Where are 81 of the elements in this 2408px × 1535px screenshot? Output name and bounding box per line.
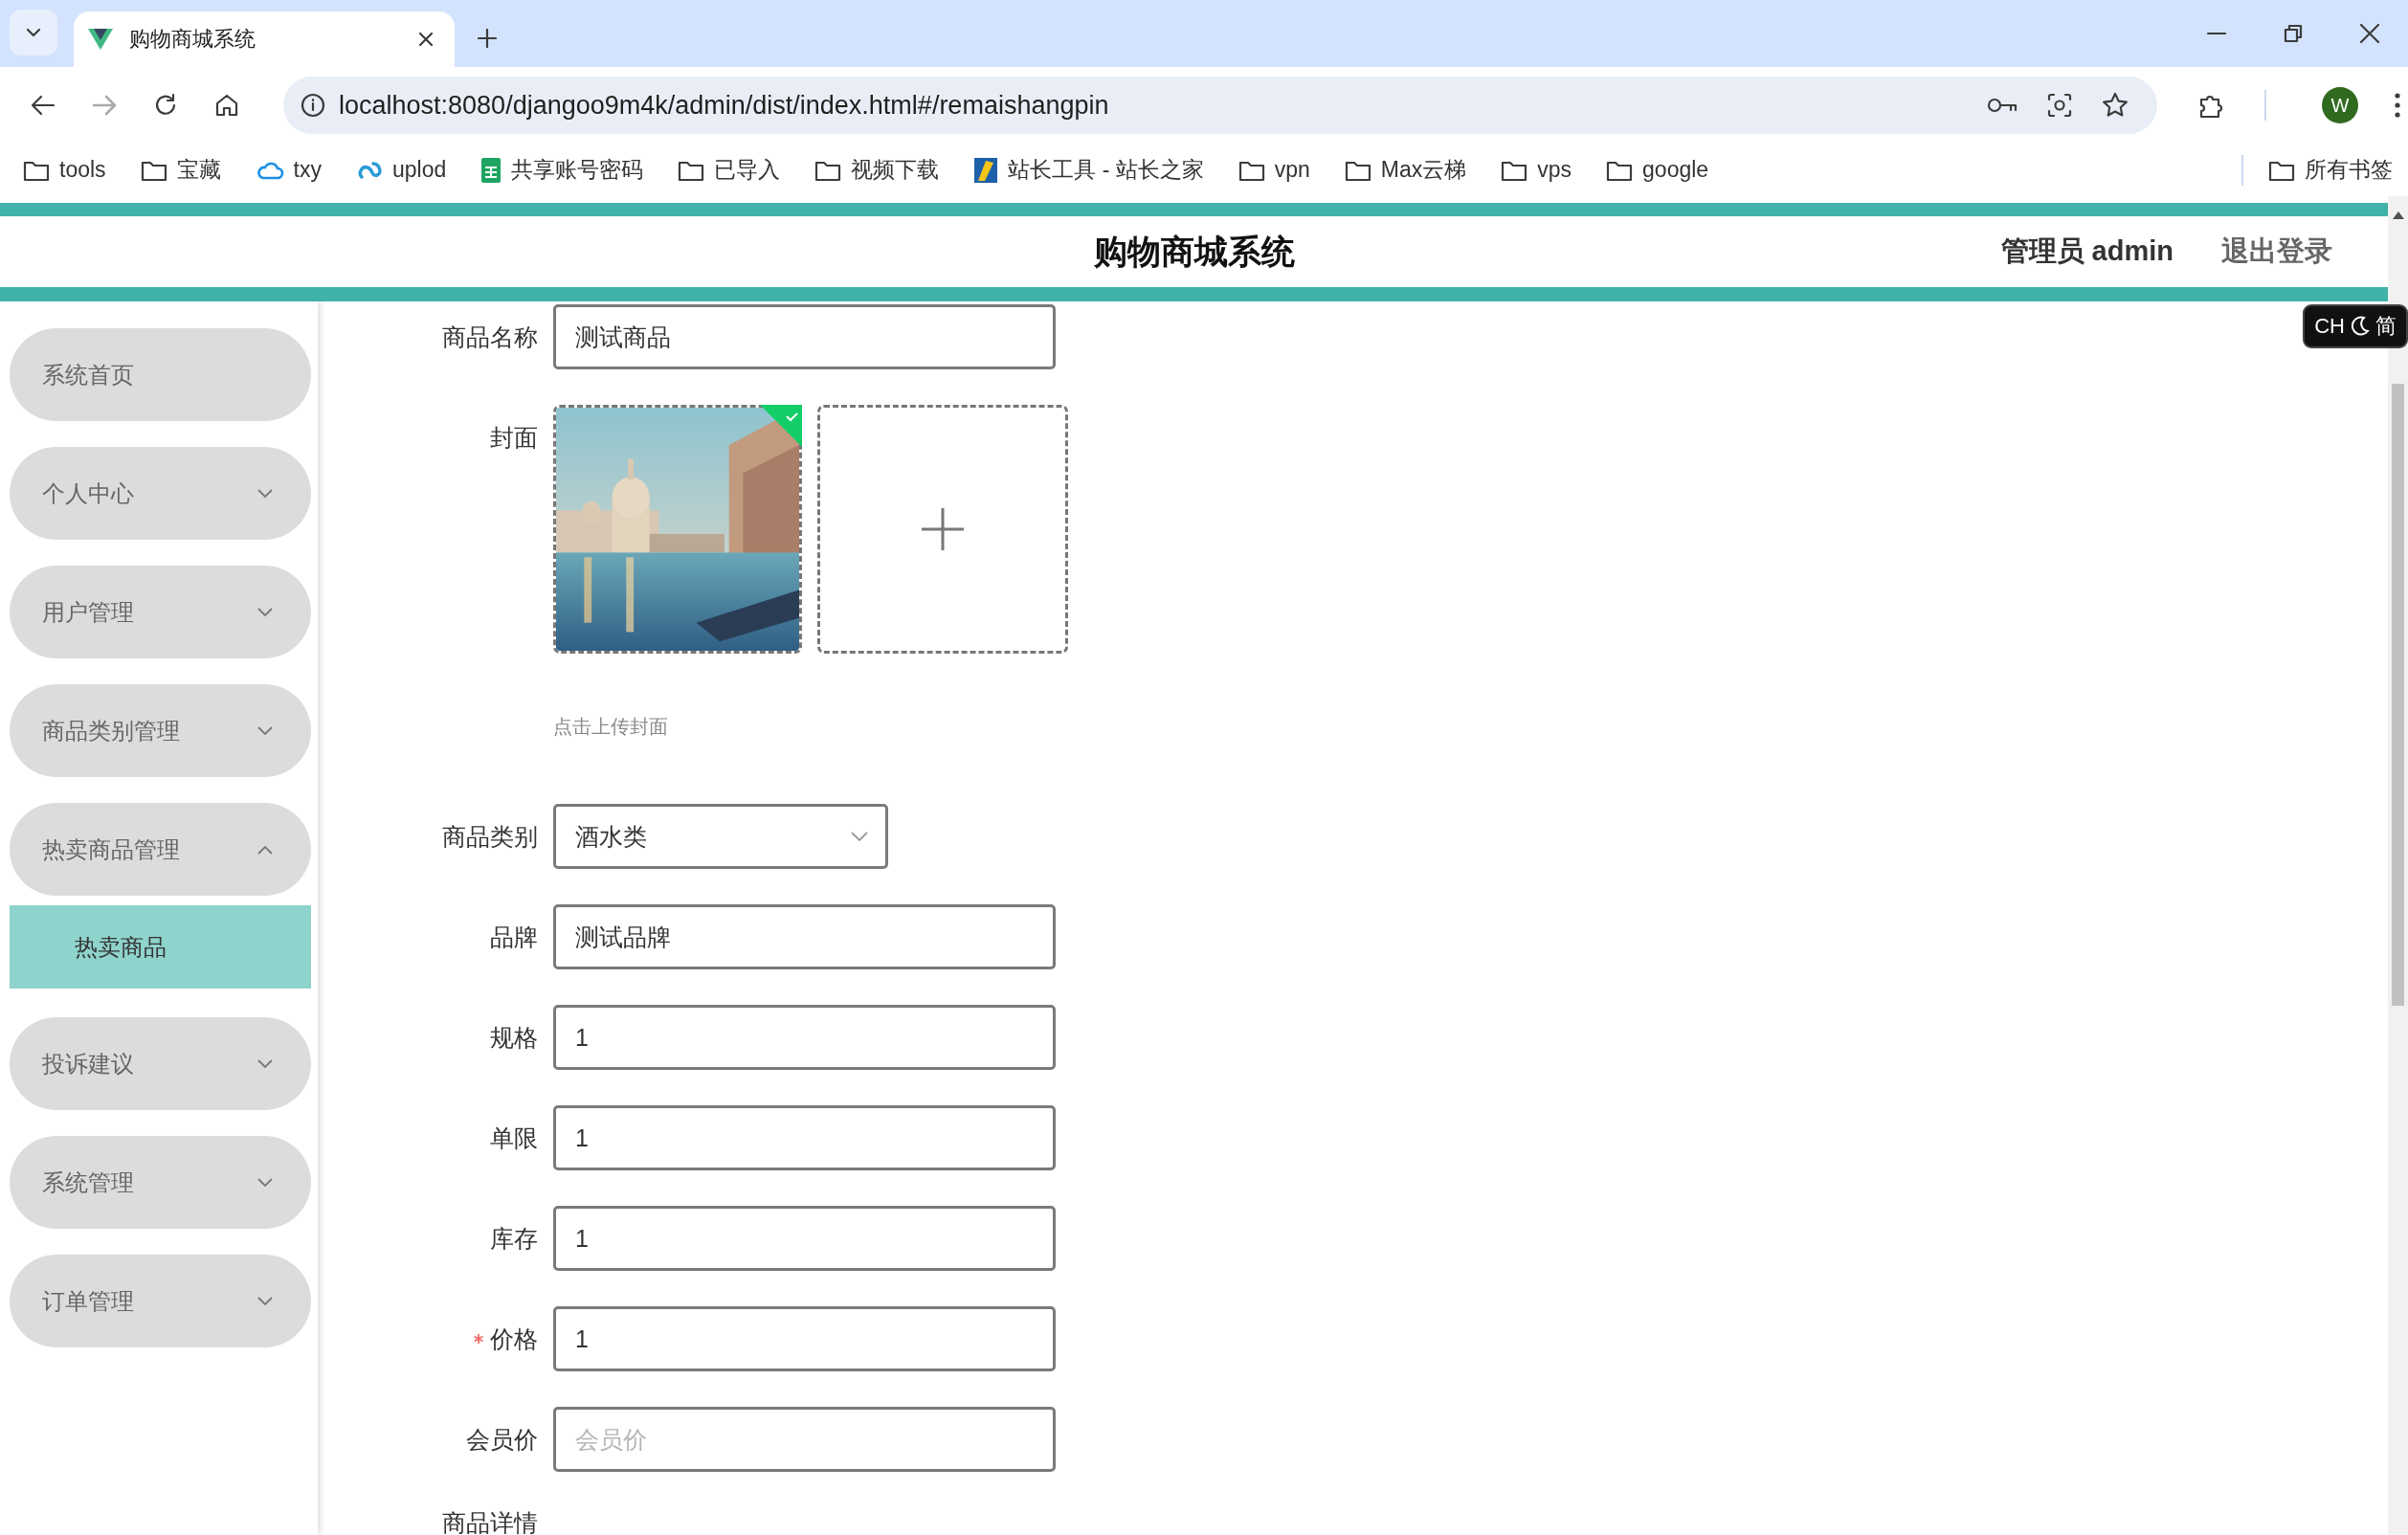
spreadsheet-icon <box>480 156 502 184</box>
chevron-down-icon <box>257 1177 273 1188</box>
chevron-up-icon <box>257 844 273 855</box>
upload-hint: 点击上传封面 <box>553 715 669 739</box>
bookmark[interactable]: uplod <box>354 155 449 185</box>
bookmark[interactable]: vps <box>1499 155 1574 185</box>
bookmark[interactable]: Max云梯 <box>1342 153 1469 187</box>
text-field[interactable]: 1 <box>553 1306 1056 1371</box>
ime-mode: CH <box>2314 314 2345 339</box>
text-field[interactable]: 测试商品 <box>553 304 1056 369</box>
app-title: 购物商城系统 <box>1093 231 1295 272</box>
restore-icon <box>2284 24 2303 43</box>
success-corner-icon <box>760 405 802 447</box>
bookmark[interactable]: 共享账号密码 <box>479 153 646 187</box>
menu-item[interactable]: 个人中心 <box>10 447 311 540</box>
user-name: 管理员 admin <box>2000 234 2174 268</box>
bookmark[interactable]: google <box>1604 155 1711 185</box>
info-icon <box>301 93 325 118</box>
field-label: 价格 <box>490 1324 538 1354</box>
field-label: 单限 <box>490 1123 538 1153</box>
text-field[interactable]: 1 <box>553 1005 1056 1070</box>
field-label: 商品类别 <box>442 821 538 852</box>
forward-arrow-icon <box>92 95 117 116</box>
menu-item[interactable]: 投诉建议 <box>10 1017 311 1110</box>
menu-item[interactable]: 系统管理 <box>10 1136 311 1229</box>
text-field[interactable]: 测试品牌 <box>553 904 1056 969</box>
logout-link[interactable]: 退出登录 <box>2221 233 2332 271</box>
menu-item[interactable]: 商品类别管理 <box>10 684 311 777</box>
upload-button[interactable] <box>817 405 1068 654</box>
submenu-item[interactable]: 热卖商品 <box>10 905 311 989</box>
text-field[interactable]: 1 <box>553 1105 1056 1170</box>
chevron-down-icon <box>257 1058 273 1069</box>
field-label: 规格 <box>490 1022 538 1053</box>
plus-icon <box>478 29 497 48</box>
profile-avatar[interactable]: W <box>2322 87 2358 123</box>
menu-item[interactable]: 热卖商品管理 <box>10 803 311 896</box>
site-logo-icon <box>973 156 999 184</box>
all-bookmarks-button[interactable]: 所有书签 <box>2266 153 2395 187</box>
field-label: 会员价 <box>466 1424 538 1455</box>
field-label: 商品名称 <box>442 322 538 352</box>
key-icon <box>1987 96 2018 115</box>
text-field[interactable]: 1 <box>553 1206 1056 1271</box>
required-icon <box>473 1333 484 1345</box>
chevron-down-icon <box>257 488 273 499</box>
field-label: 商品详情 <box>442 1508 538 1535</box>
camera-search-icon <box>2046 92 2073 119</box>
chevron-down-icon <box>257 607 273 617</box>
browser-tab[interactable]: 购物商城系统 <box>74 11 455 67</box>
chevron-down-icon <box>257 725 273 736</box>
bookmark[interactable]: 视频下载 <box>813 153 942 187</box>
scroll-up-icon[interactable] <box>2392 211 2404 219</box>
bookmark[interactable]: 站长工具 - 站长之家 <box>971 153 1206 187</box>
close-icon <box>418 32 434 47</box>
address-bar[interactable]: localhost:8080/djangoo9m4k/admin/dist/index.html#/remaishangpin <box>283 77 2157 134</box>
ime-script: 简 <box>2375 313 2397 340</box>
chevron-down-icon <box>257 1296 273 1306</box>
menu-item[interactable]: 用户管理 <box>10 566 311 658</box>
chevron-down-icon <box>851 832 868 841</box>
minimize-icon <box>2207 32 2226 35</box>
plus-icon <box>920 506 966 552</box>
vue-logo-icon <box>87 28 114 51</box>
field-label: 库存 <box>490 1223 538 1254</box>
bookmark[interactable]: vpn <box>1236 155 1312 185</box>
text-field[interactable]: 会员价 <box>553 1407 1056 1472</box>
back-arrow-icon <box>31 95 56 116</box>
moon-icon <box>2351 316 2370 337</box>
star-icon <box>2102 92 2129 119</box>
field-label: 品牌 <box>490 922 538 952</box>
bookmark[interactable]: 宝藏 <box>138 153 223 187</box>
menu-item[interactable]: 系统首页 <box>10 328 311 421</box>
home-icon <box>214 93 239 118</box>
field-label: 封面 <box>490 423 538 453</box>
bookmark[interactable]: 已导入 <box>676 153 783 187</box>
category-select[interactable]: 酒水类 <box>553 804 888 869</box>
bookmark[interactable]: tools <box>21 155 108 185</box>
more-icon <box>2395 93 2400 118</box>
reload-icon <box>153 93 178 118</box>
bookmark[interactable]: txy <box>253 155 323 185</box>
chevron-down-icon <box>25 27 42 38</box>
menu-item[interactable]: 订单管理 <box>10 1255 311 1347</box>
close-icon <box>2360 24 2379 43</box>
